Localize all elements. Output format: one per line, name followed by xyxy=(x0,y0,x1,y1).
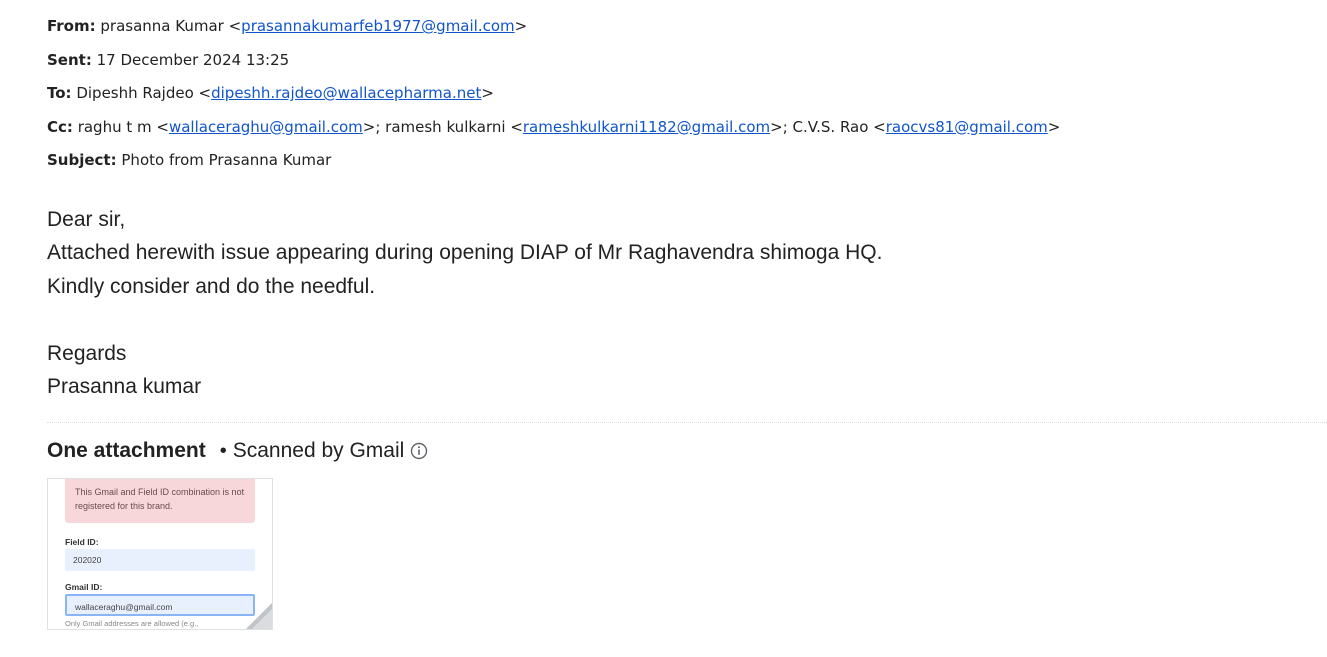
message-body: Dear sir, Attached herewith issue appear… xyxy=(47,203,882,403)
subject-text: Photo from Prasanna Kumar xyxy=(121,151,332,169)
email-header: From: prasanna Kumar <prasannakumarfeb19… xyxy=(47,10,1060,178)
attachment-thumbnail[interactable]: This Gmail and Field ID combination is n… xyxy=(47,478,273,630)
to-name: Dipeshh Rajdeo < xyxy=(76,84,212,102)
gmail-hint-text: Only Gmail addresses are allowed (e.g., xyxy=(65,619,199,628)
from-name: prasanna Kumar < xyxy=(100,17,242,35)
field-id-input: 202020 xyxy=(65,549,255,571)
gmail-id-value: wallaceraghu@gmail.com xyxy=(75,602,173,612)
body-line-greeting: Dear sir, xyxy=(47,208,126,231)
field-id-label: Field ID: xyxy=(65,537,99,547)
error-message-text: This Gmail and Field ID combination is n… xyxy=(75,487,245,511)
attachment-divider xyxy=(47,422,1327,423)
cc-recipient-2-email-link[interactable]: rameshkulkarni1182@gmail.com xyxy=(523,118,770,136)
sent-label: Sent: xyxy=(47,50,92,69)
attachment-preview: This Gmail and Field ID combination is n… xyxy=(48,479,272,629)
attachment-header: One attachment • Scanned by Gmail xyxy=(47,436,428,466)
info-icon[interactable] xyxy=(410,442,428,460)
cc-recipient-1-email-link[interactable]: wallaceraghu@gmail.com xyxy=(169,118,363,136)
attachment-separator: • xyxy=(219,439,227,462)
cc-recipient-1-suffix: >; xyxy=(362,117,386,136)
sent-row: Sent: 17 December 2024 13:25 xyxy=(47,44,1060,78)
page-fold-icon xyxy=(246,603,272,629)
cc-recipient-2-prefix: ramesh kulkarni < xyxy=(385,117,523,136)
from-label: From: xyxy=(47,17,96,35)
cc-recipient-1-prefix: raghu t m < xyxy=(77,117,169,136)
cc-recipient-3-prefix: C.V.S. Rao < xyxy=(792,117,886,136)
to-row: To: Dipeshh Rajdeo <dipeshh.rajdeo@walla… xyxy=(47,77,1060,111)
body-line-regards: Regards xyxy=(47,341,127,365)
attachment-count-title: One attachment xyxy=(47,439,206,462)
to-close: > xyxy=(481,84,494,102)
error-message-box: This Gmail and Field ID combination is n… xyxy=(65,479,255,523)
body-line-signature: Prasanna kumar xyxy=(47,374,202,398)
cc-row: Cc: raghu t m <wallaceraghu@gmail.com>; … xyxy=(47,111,1060,145)
cc-recipient-3-suffix: > xyxy=(1047,117,1061,136)
field-id-value: 202020 xyxy=(73,555,102,565)
gmail-id-label: Gmail ID: xyxy=(65,582,103,592)
from-row: From: prasanna Kumar <prasannakumarfeb19… xyxy=(47,10,1060,44)
to-label: To: xyxy=(47,84,72,102)
from-email-link[interactable]: prasannakumarfeb1977@gmail.com xyxy=(241,17,514,35)
to-email-link[interactable]: dipeshh.rajdeo@wallacepharma.net xyxy=(211,84,481,102)
subject-row: Subject: Photo from Prasanna Kumar xyxy=(47,144,1060,178)
sent-date: 17 December 2024 13:25 xyxy=(96,50,290,69)
subject-label: Subject: xyxy=(47,151,117,169)
cc-label: Cc: xyxy=(47,117,73,136)
body-line-blank xyxy=(47,303,882,336)
body-line-issue: Attached herewith issue appearing during… xyxy=(47,241,883,265)
from-close: > xyxy=(514,17,528,35)
scanned-by-gmail-text: Scanned by Gmail xyxy=(232,439,405,462)
cc-recipient-2-suffix: >; xyxy=(770,117,793,136)
cc-recipient-3-email-link[interactable]: raocvs81@gmail.com xyxy=(886,118,1048,136)
body-line-request: Kindly consider and do the needful. xyxy=(47,274,376,298)
